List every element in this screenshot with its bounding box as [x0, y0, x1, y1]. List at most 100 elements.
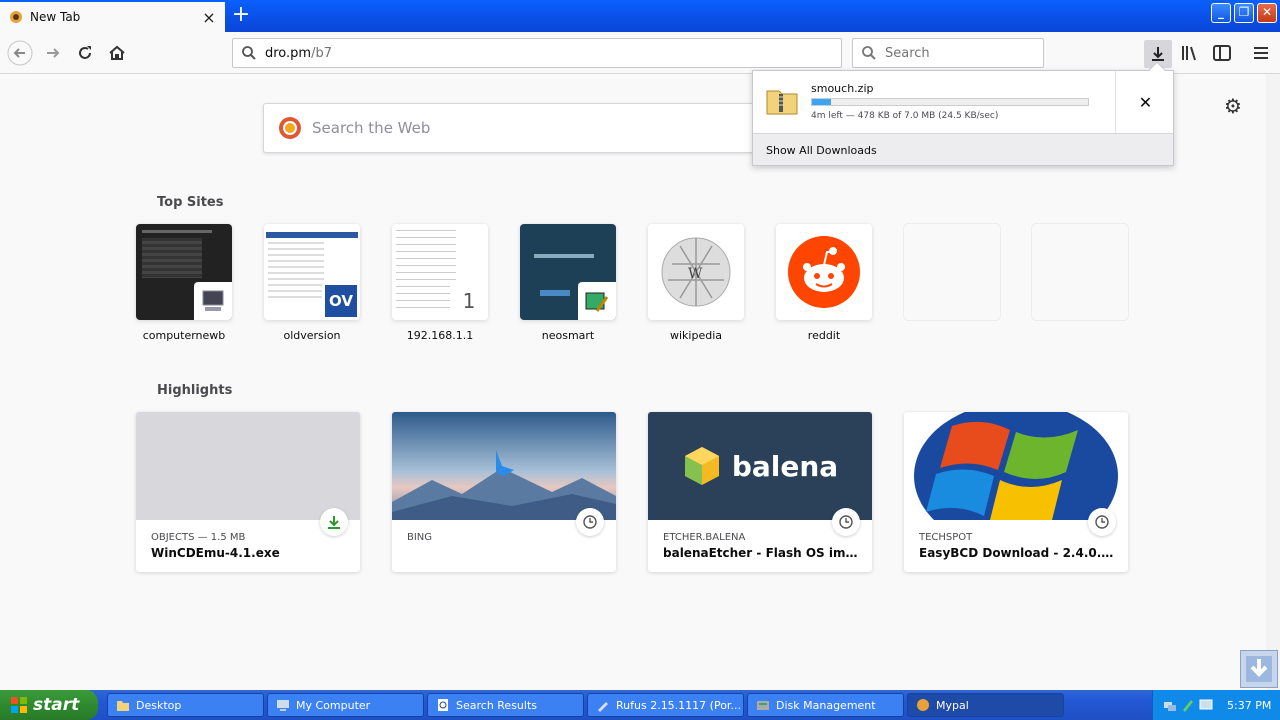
highlight-image: balena — [648, 412, 872, 520]
highlight-card[interactable]: TECHSPOT EasyBCD Download - 2.4.0.237 | … — [904, 412, 1128, 572]
web-search-placeholder: Search the Web — [312, 119, 431, 137]
home-button[interactable] — [104, 40, 130, 66]
highlights-heading: Highlights — [157, 383, 233, 398]
router-badge: 1 — [450, 282, 488, 320]
new-tab-button[interactable]: + — [229, 4, 253, 28]
wikipedia-globe-icon: W — [661, 237, 731, 307]
library-icon — [1182, 46, 1196, 61]
taskbar-item-search-results[interactable]: Search Results — [427, 693, 584, 717]
start-button[interactable]: start — [0, 690, 98, 720]
mypal-icon — [917, 699, 929, 711]
tab-title: New Tab — [30, 10, 81, 24]
highlight-source: OBJECTS — 1.5 MB — [151, 532, 246, 543]
title-bar: New Tab × + _ ❐ ✕ — [0, 0, 1280, 32]
taskbar-item-mypal[interactable]: Mypal — [907, 693, 1064, 717]
highlight-card[interactable]: BING — [392, 412, 616, 572]
top-site-label: neosmart — [541, 329, 595, 342]
downloads-panel: smouch.zip 4m left — 478 KB of 7.0 MB (2… — [752, 61, 1175, 166]
top-site-label: computernewb — [142, 329, 226, 342]
balena-cube-icon — [684, 447, 719, 485]
download-status: 4m left — 478 KB of 7.0 MB (24.5 KB/sec) — [811, 111, 999, 121]
site-thumbnail: OV — [264, 224, 360, 320]
network-icon[interactable] — [1163, 698, 1177, 712]
sidebar-button[interactable] — [1209, 40, 1235, 66]
empty-thumbnail — [1032, 224, 1128, 320]
site-thumbnail: W — [648, 224, 744, 320]
balena-logo-text: balena — [731, 449, 839, 483]
top-site-neosmart[interactable]: neosmart — [520, 224, 616, 342]
minimize-button[interactable]: _ — [1211, 3, 1231, 23]
duckduckgo-logo-icon — [279, 117, 301, 139]
highlight-source: TECHSPOT — [919, 532, 973, 543]
taskbar: start Desktop My Computer Search Results… — [0, 690, 1280, 720]
highlight-title: EasyBCD Download - 2.4.0.237 | … — [919, 546, 1119, 560]
top-site-label: reddit — [807, 329, 841, 342]
search-placeholder: Search — [885, 45, 930, 61]
top-site-oldversion[interactable]: OV oldversion — [264, 224, 360, 342]
url-path: /b7 — [311, 45, 332, 61]
search-bar[interactable]: Search — [852, 38, 1044, 68]
restore-button[interactable]: ❐ — [1234, 3, 1254, 23]
computer-icon — [194, 282, 232, 320]
safely-remove-icon[interactable] — [1181, 698, 1195, 712]
highlight-image — [904, 412, 1128, 550]
vertical-scrollbar[interactable] — [1266, 74, 1280, 690]
top-site-empty-slot[interactable] — [904, 224, 1000, 320]
taskbar-item-my-computer[interactable]: My Computer — [267, 693, 424, 717]
empty-thumbnail — [904, 224, 1000, 320]
cancel-download-button[interactable]: ✕ — [1115, 71, 1175, 133]
disk-tool-icon — [578, 282, 616, 320]
top-site-label: wikipedia — [669, 329, 722, 342]
site-thumbnail — [136, 224, 232, 320]
windows-flag-icon — [11, 697, 27, 713]
sidebar-icon — [1213, 45, 1231, 61]
top-site-computernewb[interactable]: computernewb — [136, 224, 232, 342]
taskbar-item-rufus[interactable]: Rufus 2.15.1117 (Por... — [587, 693, 744, 717]
browser-favicon-icon — [10, 11, 22, 23]
url-bar[interactable]: dro.pm/b7 — [232, 38, 842, 68]
top-site-empty-slot[interactable] — [1032, 224, 1128, 320]
search-results-icon — [438, 699, 448, 711]
library-button[interactable] — [1177, 40, 1203, 66]
back-button[interactable] — [7, 40, 33, 66]
reload-button[interactable] — [72, 40, 98, 66]
taskbar-item-disk-management[interactable]: Disk Management — [747, 693, 904, 717]
top-site-reddit[interactable]: reddit — [776, 224, 872, 342]
top-site-router[interactable]: 1 192.168.1.1 — [392, 224, 488, 342]
top-site-label: oldversion — [283, 329, 341, 342]
search-icon — [862, 46, 876, 60]
task-label: Mypal — [936, 698, 969, 712]
zip-file-icon — [766, 90, 798, 115]
tab-close-icon[interactable]: × — [201, 8, 217, 27]
download-icon — [320, 508, 348, 536]
top-site-label: 192.168.1.1 — [406, 329, 474, 342]
highlight-source: BING — [407, 532, 433, 543]
menu-button[interactable] — [1248, 40, 1274, 66]
folder-icon — [117, 701, 129, 711]
tab-new-tab[interactable]: New Tab × — [0, 2, 225, 32]
settings-gear-icon[interactable]: ⚙ — [1222, 94, 1244, 118]
highlight-title: balenaEtcher - Flash OS images… — [663, 546, 863, 560]
download-tray-icon[interactable] — [1240, 650, 1278, 688]
download-arrow-icon — [1152, 47, 1164, 61]
oldversion-badge: OV — [325, 285, 357, 317]
forward-button[interactable] — [40, 40, 66, 66]
web-search-box[interactable]: Search the Web — [263, 103, 763, 153]
task-label: My Computer — [296, 698, 371, 712]
monitor-icon[interactable] — [1199, 698, 1213, 712]
show-all-downloads-button[interactable]: Show All Downloads — [753, 133, 1173, 165]
clock-icon — [576, 508, 604, 536]
top-sites-heading: Top Sites — [157, 195, 224, 210]
task-label: Rufus 2.15.1117 (Por... — [616, 698, 741, 712]
taskbar-item-desktop[interactable]: Desktop — [107, 693, 264, 717]
site-thumbnail — [776, 224, 872, 320]
system-tray: 5:37 PM — [1152, 690, 1280, 720]
close-window-button[interactable]: ✕ — [1257, 3, 1277, 23]
top-site-wikipedia[interactable]: W wikipedia — [648, 224, 744, 342]
site-thumbnail: 1 — [392, 224, 488, 320]
highlight-card[interactable]: OBJECTS — 1.5 MB WinCDEmu-4.1.exe — [136, 412, 360, 572]
forward-arrow-icon — [47, 48, 60, 58]
clock-icon — [832, 508, 860, 536]
highlight-card[interactable]: balena ETCHER.BALENA balenaEtcher - Flas… — [648, 412, 872, 572]
download-progress-bar — [811, 98, 1089, 106]
